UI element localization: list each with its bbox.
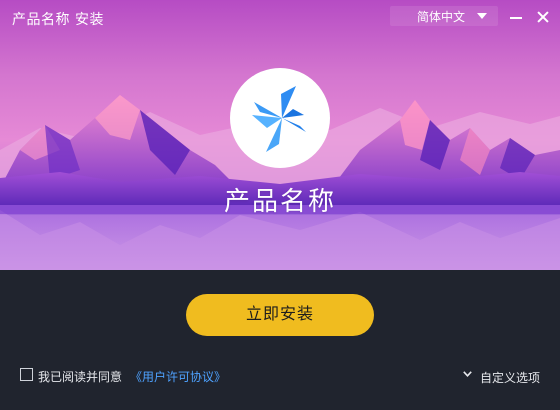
- agreement-checkbox[interactable]: [20, 368, 33, 381]
- product-name: 产品名称: [223, 187, 336, 217]
- title-bar: 产品名称 安装 简体中文: [0, 0, 560, 34]
- install-button-label: 立即安装: [245, 306, 314, 323]
- close-icon[interactable]: [533, 7, 553, 27]
- product-logo: [230, 68, 330, 168]
- minimize-icon[interactable]: [506, 7, 526, 27]
- window-title: 产品名称 安装: [12, 12, 104, 28]
- chevron-down-icon: [463, 371, 472, 377]
- license-agreement-link[interactable]: 《用户许可协议》: [130, 368, 226, 385]
- install-button[interactable]: 立即安装: [186, 294, 374, 336]
- chevron-down-icon: [477, 13, 487, 19]
- language-select-value: 简体中文: [417, 10, 466, 24]
- installer-window: 产品名称 安装 简体中文 产品名称 立即安装 我已阅读并同意 《用户许可协议》 …: [0, 0, 560, 410]
- lightning-pinwheel-icon: [252, 86, 306, 152]
- agreement-text: 我已阅读并同意: [38, 370, 123, 384]
- language-select[interactable]: 简体中文: [390, 6, 498, 26]
- custom-options-label: 自定义选项: [480, 371, 541, 385]
